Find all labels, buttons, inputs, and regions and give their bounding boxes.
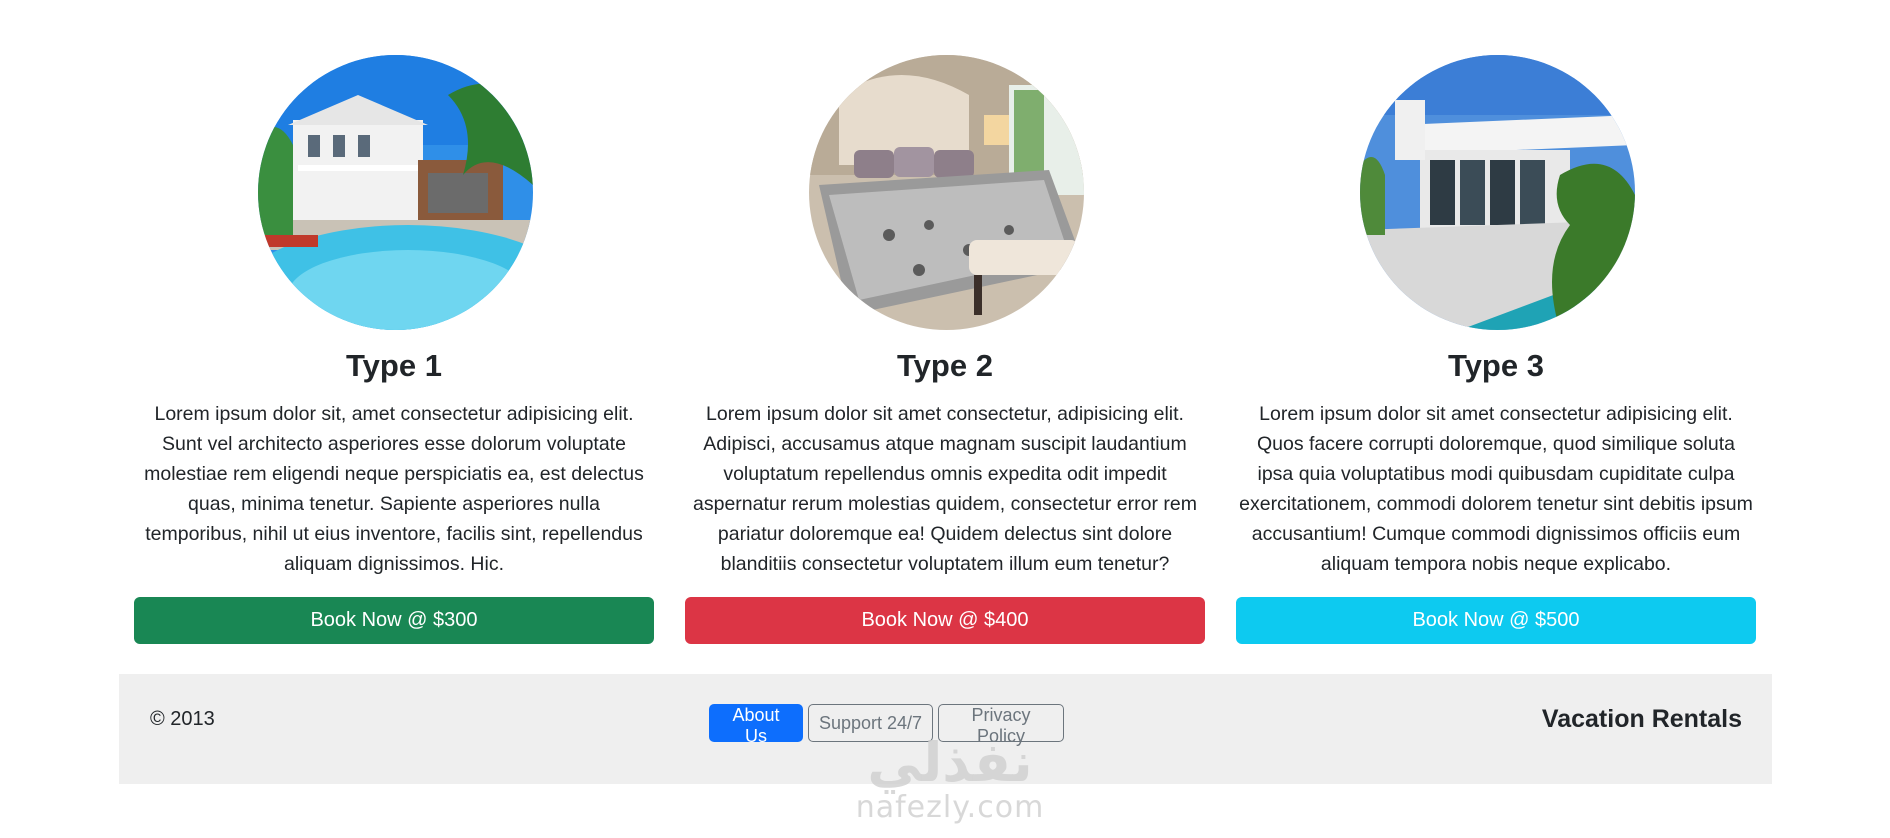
rental-cards: Type 1 Lorem ipsum dolor sit, amet conse… xyxy=(134,55,1758,645)
book-now-button-type-2[interactable]: Book Now @ $400 xyxy=(685,597,1205,644)
book-now-button-type-1[interactable]: Book Now @ $300 xyxy=(134,597,654,644)
rental-card-type-3: Type 3 Lorem ipsum dolor sit amet consec… xyxy=(1236,55,1756,645)
copyright-text: © 2013 xyxy=(150,708,215,730)
rental-card-type-1: Type 1 Lorem ipsum dolor sit, amet conse… xyxy=(134,55,654,645)
watermark-arabic: نفذلي xyxy=(867,731,1033,794)
rental-card-type-2: Type 2 Lorem ipsum dolor sit amet consec… xyxy=(685,55,1205,645)
card-description: Lorem ipsum dolor sit amet consectetur, … xyxy=(693,403,1197,575)
book-now-button-type-3[interactable]: Book Now @ $500 xyxy=(1236,597,1756,644)
watermark-latin: nafezly.com xyxy=(855,790,1045,825)
modern-villa-photo xyxy=(1360,55,1635,330)
site-watermark: نفذلي nafezly.com xyxy=(840,735,1060,825)
card-title: Type 3 xyxy=(1448,348,1544,383)
card-title: Type 2 xyxy=(897,348,993,383)
brand-name: Vacation Rentals xyxy=(1541,705,1742,733)
card-description: Lorem ipsum dolor sit, amet consectetur … xyxy=(144,403,644,575)
card-description: Lorem ipsum dolor sit amet consectetur a… xyxy=(1239,403,1753,575)
about-us-link[interactable]: About Us xyxy=(709,704,803,746)
house-with-pool-photo xyxy=(258,55,533,330)
bedroom-photo xyxy=(809,55,1084,330)
card-title: Type 1 xyxy=(346,348,442,383)
